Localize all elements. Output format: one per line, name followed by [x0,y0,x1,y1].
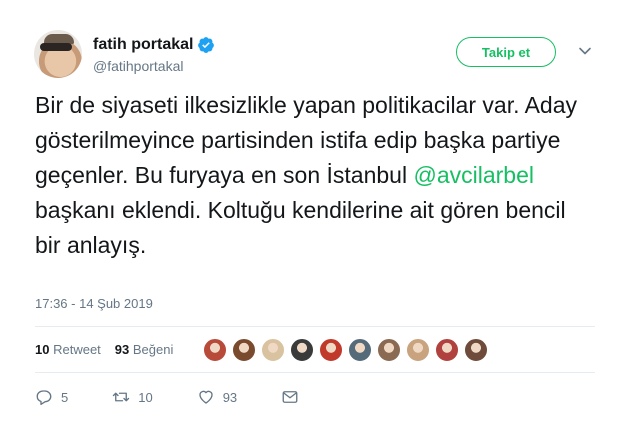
mention-link[interactable]: @avcilarbel [413,162,534,188]
retweet-icon [113,392,130,402]
like-count: 93 [222,389,238,405]
liker-avatar[interactable] [464,338,488,362]
like-stat[interactable]: 93 Beğeni [115,342,174,357]
liker-avatars [203,338,493,362]
tweet-text: Bir de siyaseti ilkesizlikle yapan polit… [35,88,595,263]
liker-avatar[interactable] [406,338,430,362]
liker-avatar[interactable] [348,338,372,362]
liker-avatar[interactable] [261,338,285,362]
follow-button[interactable]: Takip et [456,37,556,67]
liker-avatar[interactable] [435,338,459,362]
avatar-glasses [40,43,72,51]
user-avatar[interactable] [34,30,82,78]
tweet-text-after: başkanı eklendi. Koltuğu kendilerine ait… [35,197,566,258]
heart-icon [199,390,213,404]
like-button[interactable]: 93 [197,388,237,406]
user-handle[interactable]: @fatihportakal [93,58,183,74]
action-bar: 5 10 93 [35,388,351,406]
liker-avatar[interactable] [290,338,314,362]
divider [35,326,595,327]
like-stat-count: 93 [114,342,130,357]
tweet-card: fatih portakal @fatihportakal Takip et B… [0,0,630,434]
reply-count: 5 [61,389,69,405]
engagement-stats: 10 Retweet 93 Beğeni [35,342,187,357]
like-stat-label: Beğeni [132,342,174,357]
divider [35,372,595,373]
retweet-stat-label: Retweet [53,342,101,357]
liker-avatar[interactable] [232,338,256,362]
name-row: fatih portakal [93,36,215,54]
retweet-stat[interactable]: 10 Retweet [35,342,101,357]
retweet-button[interactable]: 10 [112,388,153,406]
user-name[interactable]: fatih portakal [93,36,193,54]
envelope-icon [282,391,298,403]
retweet-stat-count: 10 [35,342,50,357]
liker-avatar[interactable] [203,338,227,362]
chevron-down-icon[interactable] [578,44,592,58]
tweet-timestamp[interactable]: 17:36 - 14 Şub 2019 [35,296,153,311]
retweet-count: 10 [138,389,153,405]
verified-badge-icon [198,37,215,53]
reply-icon [36,390,52,406]
liker-avatar[interactable] [377,338,401,362]
direct-message-button[interactable] [281,388,307,406]
reply-button[interactable]: 5 [35,388,68,406]
liker-avatar[interactable] [319,338,343,362]
